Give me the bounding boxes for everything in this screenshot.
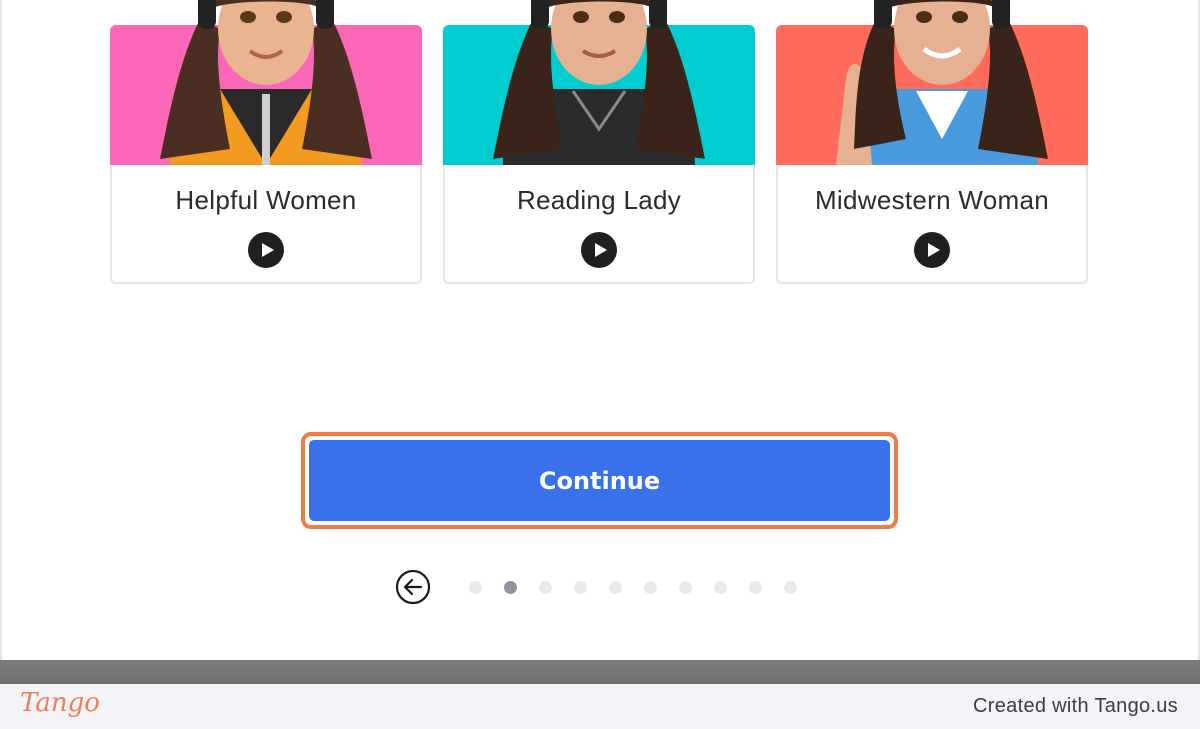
onboarding-screen: Helpful Women Reading Lady Midwestern Wo…	[0, 0, 1200, 729]
play-icon[interactable]	[581, 232, 617, 268]
continue-highlight: Continue	[301, 432, 898, 529]
avatar-image	[836, 0, 1048, 165]
pager-dot[interactable]	[784, 581, 797, 594]
screenshot-edge	[0, 660, 1200, 684]
play-icon[interactable]	[914, 232, 950, 268]
pager-dot[interactable]	[504, 581, 517, 594]
pager-dot[interactable]	[574, 581, 587, 594]
avatar-image	[160, 0, 372, 165]
card-title: Reading Lady	[516, 185, 682, 215]
card-title: Helpful Women	[175, 185, 357, 215]
pager-dot[interactable]	[644, 581, 657, 594]
pager-dot[interactable]	[609, 581, 622, 594]
pager-dot[interactable]	[714, 581, 727, 594]
pager-dot[interactable]	[539, 581, 552, 594]
pager-dot[interactable]	[749, 581, 762, 594]
avatar-image	[493, 0, 705, 165]
voice-card-midwestern-woman[interactable]: Midwestern Woman	[776, 0, 1088, 284]
play-icon[interactable]	[248, 232, 284, 268]
card-image	[443, 0, 755, 165]
pager-dot[interactable]	[679, 581, 692, 594]
card-image	[776, 0, 1088, 165]
footer-bar: Tango Created with Tango.us	[0, 684, 1200, 729]
card-image	[110, 0, 422, 165]
card-title: Midwestern Woman	[814, 185, 1050, 215]
voice-card-reading-lady[interactable]: Reading Lady	[443, 0, 755, 284]
arrow-left-circle-icon[interactable]	[395, 569, 431, 605]
continue-button[interactable]: Continue	[309, 440, 890, 521]
tango-logo: Tango	[20, 688, 100, 718]
pager-dot[interactable]	[469, 581, 482, 594]
step-pager	[395, 569, 815, 605]
credit-text: Created with Tango.us	[973, 695, 1178, 717]
voice-card-helpful-women[interactable]: Helpful Women	[110, 0, 422, 284]
